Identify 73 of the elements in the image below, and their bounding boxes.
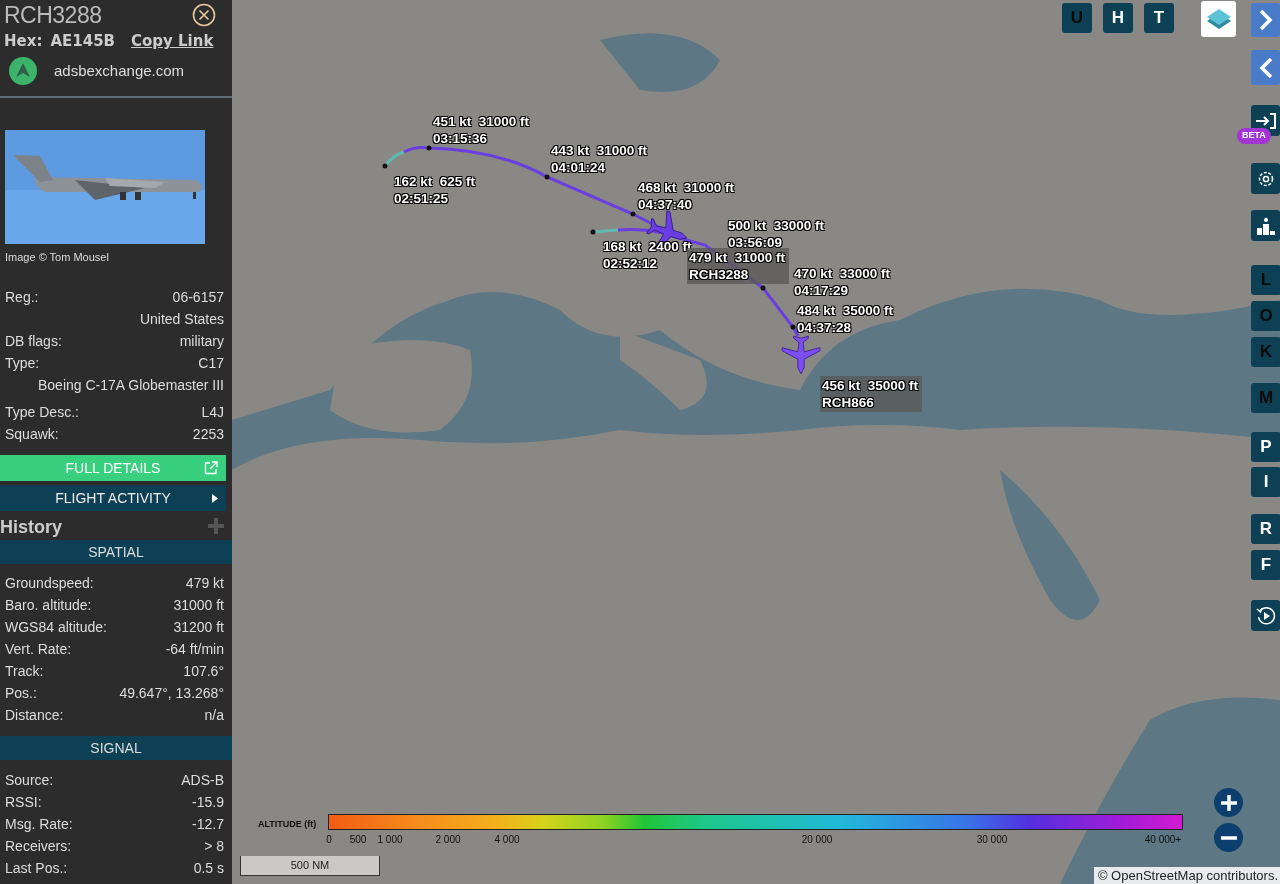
aircraft-label: 456 kt 35000 ft RCH866: [820, 376, 923, 412]
field-label: Receivers:: [5, 837, 72, 856]
field-value: -64 ft/min: [165, 640, 224, 659]
track-label: 451 kt 31000 ft 03:15:36: [432, 113, 531, 147]
toggle-button[interactable]: I: [1251, 467, 1280, 497]
legend-tick-label: 20 000: [801, 833, 833, 847]
field-value: -12.7: [192, 815, 224, 834]
field-value: ADS-B: [181, 771, 224, 790]
field-label: Vert. Rate:: [5, 640, 72, 659]
legend-tick-label: 1 000: [377, 833, 403, 847]
legend-title: ALTITUDE (ft): [258, 818, 317, 831]
field-value: 107.6°: [183, 662, 224, 681]
field-value: 2253: [192, 425, 224, 444]
field-label: DB flags:: [5, 332, 62, 351]
legend-tick-label: 2 000: [435, 833, 461, 847]
field-label: Squawk:: [5, 425, 59, 444]
field-value: 49.647°, 13.268°: [119, 684, 224, 703]
map-attribution: © OpenStreetMap contributors.: [1093, 867, 1280, 884]
field-label: Distance:: [5, 706, 64, 725]
legend-tick-label: 30 000: [976, 833, 1008, 847]
field-value: -15.9: [192, 793, 224, 812]
field-label: Source:: [5, 771, 54, 790]
section-title: History: [0, 516, 62, 539]
field-label: Type Desc.:: [5, 403, 79, 422]
track-label: 484 kt 35000 ft 04:37:28: [796, 302, 895, 336]
field-label: Reg.:: [5, 288, 39, 307]
toggle-button[interactable]: P: [1251, 432, 1280, 462]
field-value: 31200 ft: [173, 618, 224, 637]
field-value: United States: [139, 310, 224, 329]
field-value: 31000 ft: [173, 596, 224, 615]
legend-tick-label: 4 000: [494, 833, 520, 847]
field-value: L4J: [201, 403, 224, 422]
aircraft-callsign: RCH3288: [3, 1, 102, 30]
track-label: 500 kt 33000 ft 03:56:09: [727, 217, 826, 251]
flight-activity-button[interactable]: FLIGHT ACTIVITY: [0, 485, 226, 511]
track-label: 443 kt 31000 ft 04:01:24: [550, 142, 649, 176]
section-header: SPATIAL: [0, 540, 232, 564]
field-label: Msg. Rate:: [5, 815, 73, 834]
track-label: 468 kt 31000 ft 04:37:40: [637, 179, 736, 213]
field-label: WGS84 altitude:: [5, 618, 107, 637]
field-value: military: [179, 332, 224, 351]
field-label: Last Pos.:: [5, 859, 68, 878]
track-label: 470 kt 33000 ft 04:17:29: [793, 265, 892, 299]
field-label: Track:: [5, 662, 44, 681]
toggle-button[interactable]: T: [1144, 3, 1174, 33]
field-label: Pos.:: [5, 684, 37, 703]
field-value: > 8: [204, 837, 224, 856]
legend-tick-label: 0: [326, 833, 332, 847]
field-value: C17: [198, 354, 224, 373]
field-value: Boeing C-17A Globemaster III: [38, 376, 224, 395]
section-header: SIGNAL: [0, 736, 232, 760]
copy-link[interactable]: Copy Link: [131, 30, 214, 52]
field-value: 0.5 s: [193, 859, 224, 878]
field-label: Groundspeed:: [5, 574, 94, 593]
toggle-button[interactable]: F: [1251, 550, 1280, 580]
field-label: RSSI:: [5, 793, 42, 812]
site-name: adsbexchange.com: [54, 60, 185, 81]
field-label: Type:: [5, 354, 40, 373]
field-value: 06-6157: [172, 288, 224, 307]
photo-credit: Image © Tom Mousel: [4, 250, 110, 264]
legend-tick-label: 40 000+: [1144, 833, 1182, 847]
toggle-button[interactable]: H: [1103, 3, 1133, 33]
legend-tick-label: 500: [349, 833, 367, 847]
field-value: n/a: [204, 706, 224, 725]
hex-code: AE145B: [50, 31, 115, 52]
track-label: 162 kt 625 ft 02:51:25: [393, 173, 477, 207]
scale-bar: 500 NM: [240, 856, 380, 876]
field-label: Baro. altitude:: [5, 596, 92, 615]
aircraft-label: 479 kt 31000 ft RCH3288: [687, 248, 790, 284]
field-value: 479 kt: [185, 574, 224, 593]
toggle-button[interactable]: R: [1251, 514, 1280, 544]
beta-badge: BETA: [1237, 128, 1271, 144]
hex-label: Hex:: [4, 31, 43, 52]
